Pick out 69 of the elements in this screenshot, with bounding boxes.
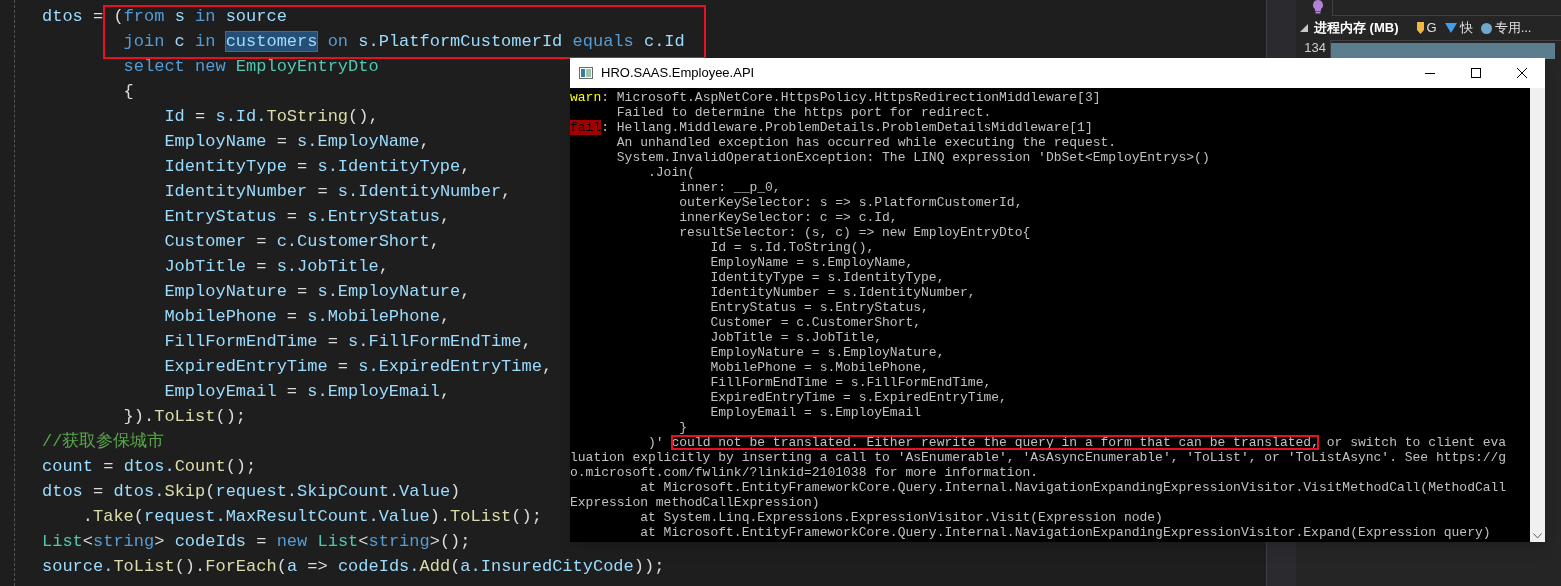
code-line: IdentityType = s.IdentityType, (163, 156, 471, 178)
console-line: EntryStatus = s.EntryStatus, (709, 300, 929, 315)
legend-label: 快 (1459, 19, 1473, 38)
console-line: Expression methodCallExpression) (570, 495, 820, 510)
legend-label: 专用... (1494, 19, 1532, 38)
console-line: )' could not be translated. Either rewrite the query in a form that can be translated, or switch to client eva (647, 435, 1507, 450)
console-line: EmployEmail = s.EmployEmail (709, 405, 922, 420)
code-line: }).ToList(); (122, 406, 247, 428)
console-line: IdentityNumber = s.IdentityNumber, (709, 285, 976, 300)
code-line: dtos = (from s in source (42, 6, 287, 28)
console-line: Failed to determine the https port for redirect. (615, 105, 992, 120)
collapse-icon[interactable] (1300, 24, 1308, 32)
console-line: System.InvalidOperationException: The LINQ expression 'DbSet<EmployEntrys>() (615, 150, 1210, 165)
code-line: Id = s.Id.ToString(), (163, 106, 379, 128)
code-line: count = dtos.Count(); (42, 456, 257, 478)
code-line: JobTitle = s.JobTitle, (163, 256, 389, 278)
console-line: EmployNature = s.EmployNature, (709, 345, 945, 360)
console-line: at Microsoft.EntityFrameworkCore.Query.Internal.NavigationExpandingExpressionVisitor.Expand(Expression query) (639, 525, 1491, 540)
console-line: JobTitle = s.JobTitle, (709, 330, 883, 345)
console-line: EmployName = s.EmployName, (709, 255, 914, 270)
code-line: //获取参保城市 (42, 430, 165, 453)
console-line: inner: __p_0, (678, 180, 781, 195)
console-line: } (678, 420, 688, 435)
window-title: HRO.SAAS.Employee.API (601, 64, 755, 83)
code-line: MobilePhone = s.MobilePhone, (163, 306, 451, 328)
console-app-icon (579, 67, 593, 79)
code-line: EmployName = s.EmployName, (163, 131, 430, 153)
circle-icon (1480, 22, 1492, 34)
console-line: at Microsoft.EntityFrameworkCore.Query.Internal.NavigationExpandingExpressionVisitor.VisitMethodCall(MethodCall (639, 480, 1507, 495)
console-line: Id = s.Id.ToString(), (709, 240, 875, 255)
lightbulb-icon[interactable] (1312, 0, 1324, 14)
console-line: .Join( (647, 165, 695, 180)
triangle-icon (1444, 23, 1457, 33)
code-line: { (122, 81, 134, 103)
code-line: EmployEmail = s.EmployEmail, (163, 381, 451, 403)
code-line: Customer = c.CustomerShort, (163, 231, 440, 253)
code-line: ExpiredEntryTime = s.ExpiredEntryTime, (163, 356, 553, 378)
legend-label: G (1426, 19, 1437, 38)
code-line: List<string> codeIds = new List<string>(); (42, 531, 471, 553)
console-line: at System.Linq.Expressions.ExpressionVisitor.Visit(Expression node) (639, 510, 1163, 525)
axis-label: 134 (1303, 40, 1327, 55)
console-line: ExpiredEntryTime = s.ExpiredEntryTime, (709, 390, 1007, 405)
code-line: FillFormEndTime = s.FillFormEndTime, (163, 331, 532, 353)
console-line: fail: Hellang.Middleware.ProblemDetails.ProblemDetailsMiddleware[1] (570, 120, 1093, 135)
code-line: EmployNature = s.EmployNature, (163, 281, 471, 303)
marker-icon (1416, 22, 1424, 34)
section-title: 进程内存 (MB) (1314, 19, 1399, 38)
console-line: MobilePhone = s.MobilePhone, (709, 360, 929, 375)
code-line: IdentityNumber = s.IdentityNumber, (163, 181, 512, 203)
console-line: o.microsoft.com/fwlink/?linkid=2101038 for more information. (570, 465, 1039, 480)
console-line: Customer = c.CustomerShort, (709, 315, 922, 330)
console-line: resultSelector: (s, c) => new EmployEntryDto{ (678, 225, 1031, 240)
code-line: .Take(request.MaxResultCount.Value).ToList(); (81, 506, 542, 528)
console-line: innerKeySelector: c => c.Id, (678, 210, 898, 225)
code-line: dtos = dtos.Skip(request.SkipCount.Value) (42, 481, 461, 503)
console-line: luation explicitly by inserting a call to 'AsEnumerable', 'AsAsyncEnumerable', 'ToList', or 'ToListAsync'. See https://g (570, 450, 1507, 465)
code-line: select new EmployEntryDto (122, 56, 379, 78)
code-line: EntryStatus = s.EntryStatus, (163, 206, 451, 228)
close-icon (1517, 68, 1527, 78)
maximize-icon (1471, 68, 1481, 78)
console-line: An unhandled exception has occurred while executing the request. (615, 135, 1117, 150)
code-line: source.ToList().ForEach(a => codeIds.Add(a.InsuredCityCode)); (42, 556, 665, 578)
console-line: FillFormEndTime = s.FillFormEndTime, (709, 375, 992, 390)
scrollbar[interactable] (1530, 88, 1545, 542)
code-line: join c in customers on s.PlatformCustomerId equals c.Id (122, 31, 685, 53)
console-line: outerKeySelector: s => s.PlatformCustomerId, (678, 195, 1023, 210)
console-line: IdentityType = s.IdentityType, (709, 270, 945, 285)
scroll-down-icon[interactable] (1533, 533, 1542, 539)
console-line: warn: Microsoft.AspNetCore.HttpsPolicy.HttpsRedirectionMiddleware[3] (570, 90, 1101, 105)
